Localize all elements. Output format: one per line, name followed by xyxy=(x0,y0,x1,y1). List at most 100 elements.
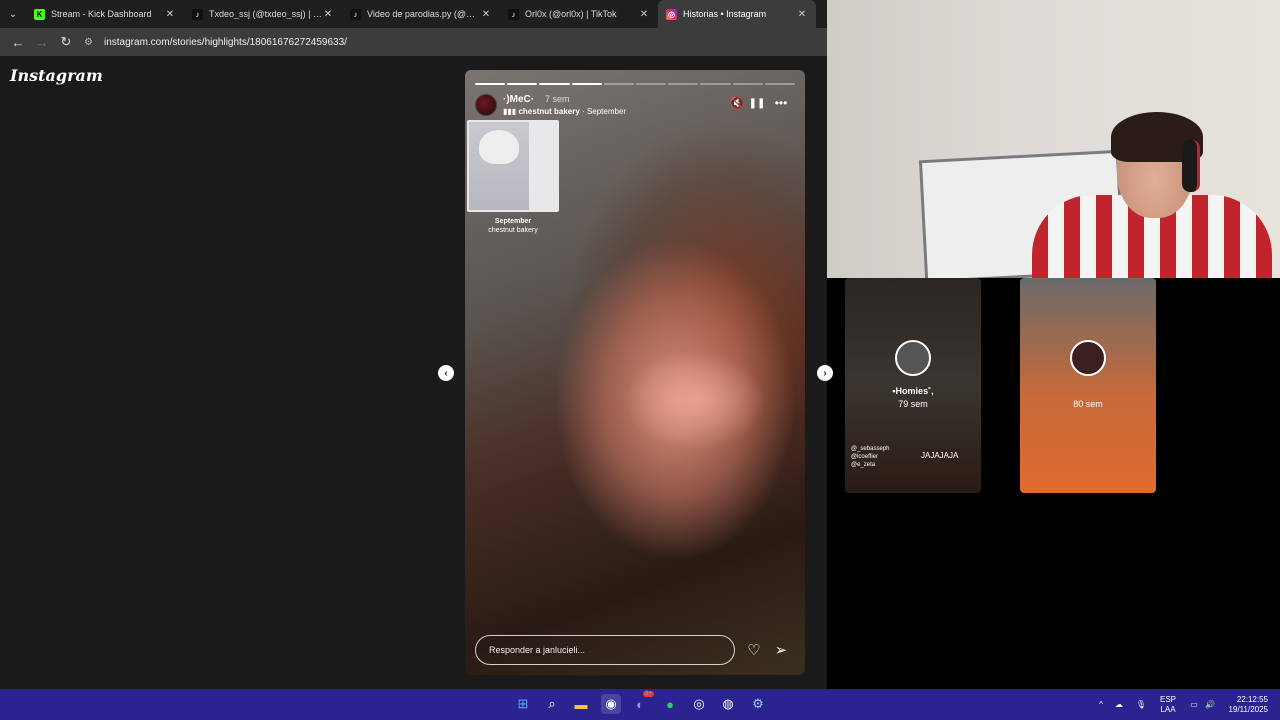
music-sticker[interactable] xyxy=(467,120,559,212)
language-indicator[interactable]: ESP LAA xyxy=(1160,689,1176,720)
close-icon[interactable]: ✕ xyxy=(796,9,808,20)
tiktok-icon: ♪ xyxy=(192,8,203,20)
like-button[interactable]: ♡ xyxy=(744,640,764,660)
preview-tags: @_sebasseph @lcoeffier @e_zeta xyxy=(851,445,889,469)
app-icon: ◍ xyxy=(722,696,734,711)
story-username[interactable]: ·)MeC· xyxy=(503,94,534,105)
mute-button[interactable]: 🔇 xyxy=(728,94,746,112)
instagram-icon: ◎ xyxy=(666,8,677,20)
pause-icon: ❚❚ xyxy=(748,97,766,109)
story-time: 7 sem xyxy=(545,94,570,104)
back-button[interactable]: ← xyxy=(6,30,30,54)
preview-time: 80 sem xyxy=(1073,399,1103,409)
keyboard-layout: LAA xyxy=(1160,704,1176,714)
close-icon[interactable]: ✕ xyxy=(638,9,650,20)
network-icon: ▭ xyxy=(1190,700,1198,709)
browser-tab-strip: ⌄ K Stream - Kick Dashboard ✕ ♪ Txdeo_ss… xyxy=(0,0,827,28)
heart-icon: ♡ xyxy=(747,642,761,659)
more-options-button[interactable]: ••• xyxy=(772,94,790,112)
story-music[interactable]: ▮▮▮ chestnut bakery · September xyxy=(503,107,626,116)
previous-story-button[interactable]: ‹ xyxy=(438,365,454,381)
instagram-logo[interactable]: Instagram xyxy=(10,66,103,85)
notification-badge: 9+ xyxy=(643,691,654,697)
tab-instagram[interactable]: ◎ Historias • Instagram ✕ xyxy=(658,0,816,28)
close-icon[interactable]: ✕ xyxy=(322,9,334,20)
site-settings-icon[interactable]: ⚙ xyxy=(84,37,98,48)
tab-kick[interactable]: K Stream - Kick Dashboard ✕ xyxy=(26,0,184,28)
reload-button[interactable]: ↻ xyxy=(54,30,78,54)
reload-icon: ↻ xyxy=(60,34,72,49)
progress-segment xyxy=(507,83,538,85)
search-icon: ⌕ xyxy=(548,696,556,711)
more-icon: ••• xyxy=(774,96,788,110)
cat-image xyxy=(479,130,519,164)
app-button[interactable]: ◍ xyxy=(718,694,738,714)
speaker-muted-icon: 🔇 xyxy=(729,96,745,110)
url-field[interactable]: ⚙ instagram.com/stories/highlights/18061… xyxy=(84,31,821,53)
discord-button[interactable]: ◐ 9+ xyxy=(630,691,654,714)
reply-placeholder: Responder a janlucieli... xyxy=(489,645,586,655)
progress-segment xyxy=(764,83,796,85)
album-art xyxy=(469,122,529,210)
obs-icon: ◎ xyxy=(693,696,705,711)
chevron-down-icon: ⌄ xyxy=(8,8,18,20)
screen: ⌄ K Stream - Kick Dashboard ✕ ♪ Txdeo_ss… xyxy=(0,0,1280,720)
preview-tag: @lcoeffier xyxy=(851,454,878,460)
arrow-right-icon: → xyxy=(35,34,49,50)
spotify-button[interactable]: ● xyxy=(660,694,680,714)
progress-segment xyxy=(475,83,506,85)
file-explorer-button[interactable]: ▬ xyxy=(571,694,591,714)
tab-title: Stream - Kick Dashboard xyxy=(51,9,152,19)
tiktok-icon: ♪ xyxy=(350,8,361,20)
progress-segment xyxy=(636,83,667,85)
clock-date: 19/11/2025 xyxy=(1228,704,1268,714)
progress-segment xyxy=(732,83,763,85)
tab-search-button[interactable]: ⌄ xyxy=(0,0,26,28)
avatar[interactable] xyxy=(475,94,497,116)
start-button[interactable]: ⊞ xyxy=(513,694,533,714)
quick-settings[interactable]: ▭ 🔊 xyxy=(1186,689,1218,720)
microphone-icon[interactable]: 🎙 xyxy=(1130,700,1152,709)
next-story-preview-2[interactable]: 80 sem xyxy=(1020,278,1156,493)
tab-tiktok-parodias[interactable]: ♪ Video de parodias.py (@parodi ✕ xyxy=(342,0,500,28)
tab-title: Orl0x (@orl0x) | TikTok xyxy=(525,9,617,19)
forward-button[interactable]: → xyxy=(30,30,54,54)
volume-icon: 🔊 xyxy=(1205,700,1215,709)
share-button[interactable]: ➢ xyxy=(771,640,791,660)
kick-icon: K xyxy=(34,8,45,20)
obs-button[interactable]: ◎ xyxy=(689,694,709,714)
chevron-left-icon: ‹ xyxy=(444,367,448,379)
send-icon: ➢ xyxy=(774,642,788,659)
url-text: instagram.com/stories/highlights/1806167… xyxy=(104,36,347,48)
tab-tiktok-txdeo[interactable]: ♪ Txdeo_ssj (@txdeo_ssj) | TikTok ✕ xyxy=(184,0,342,28)
clock[interactable]: 22:12:55 19/11/2025 xyxy=(1224,689,1268,720)
search-button[interactable]: ⌕ xyxy=(542,694,562,714)
tab-tiktok-orl0x[interactable]: ♪ Orl0x (@orl0x) | TikTok ✕ xyxy=(500,0,658,28)
chevron-up-icon[interactable]: ^ xyxy=(1094,700,1108,709)
story-progress xyxy=(475,83,796,85)
spotify-icon: ● xyxy=(666,696,674,712)
folder-icon: ▬ xyxy=(574,696,588,712)
reply-input[interactable]: Responder a janlucieli... xyxy=(475,635,735,665)
progress-segment xyxy=(603,83,635,85)
windows-taskbar: ⊞ ⌕ ▬ ◉ ◐ 9+ ● ◎ ◍ ⚙ ^ ☁ 🎙 ESP LAA ▭ 🔊 22… xyxy=(0,689,1280,720)
address-bar: ← → ↻ ⚙ instagram.com/stories/highlights… xyxy=(0,28,827,56)
cloud-icon[interactable]: ☁ xyxy=(1108,700,1130,709)
arrow-left-icon: ← xyxy=(11,34,25,50)
next-story-preview-homies[interactable]: •Homies˚, 79 sem @_sebasseph @lcoeffier … xyxy=(845,278,981,493)
webcam-overlay xyxy=(827,0,1280,278)
close-icon[interactable]: ✕ xyxy=(480,9,492,20)
language-code: ESP xyxy=(1160,694,1177,704)
close-icon[interactable]: ✕ xyxy=(164,9,176,20)
music-album: September xyxy=(586,107,627,116)
next-story-button[interactable]: › xyxy=(817,365,833,381)
steam-icon: ⚙ xyxy=(752,696,764,711)
story-viewer[interactable]: ·)MeC· 7 sem ▮▮▮ chestnut bakery · Septe… xyxy=(465,70,805,675)
music-bars-icon: ▮▮▮ xyxy=(503,107,517,116)
chevron-right-icon: › xyxy=(823,367,827,379)
pause-button[interactable]: ❚❚ xyxy=(748,94,766,112)
preview-name: •Homies˚, xyxy=(892,386,934,396)
chrome-button[interactable]: ◉ xyxy=(601,694,621,714)
steam-button[interactable]: ⚙ xyxy=(748,694,768,714)
preview-tag: @e_zeta xyxy=(851,462,876,468)
